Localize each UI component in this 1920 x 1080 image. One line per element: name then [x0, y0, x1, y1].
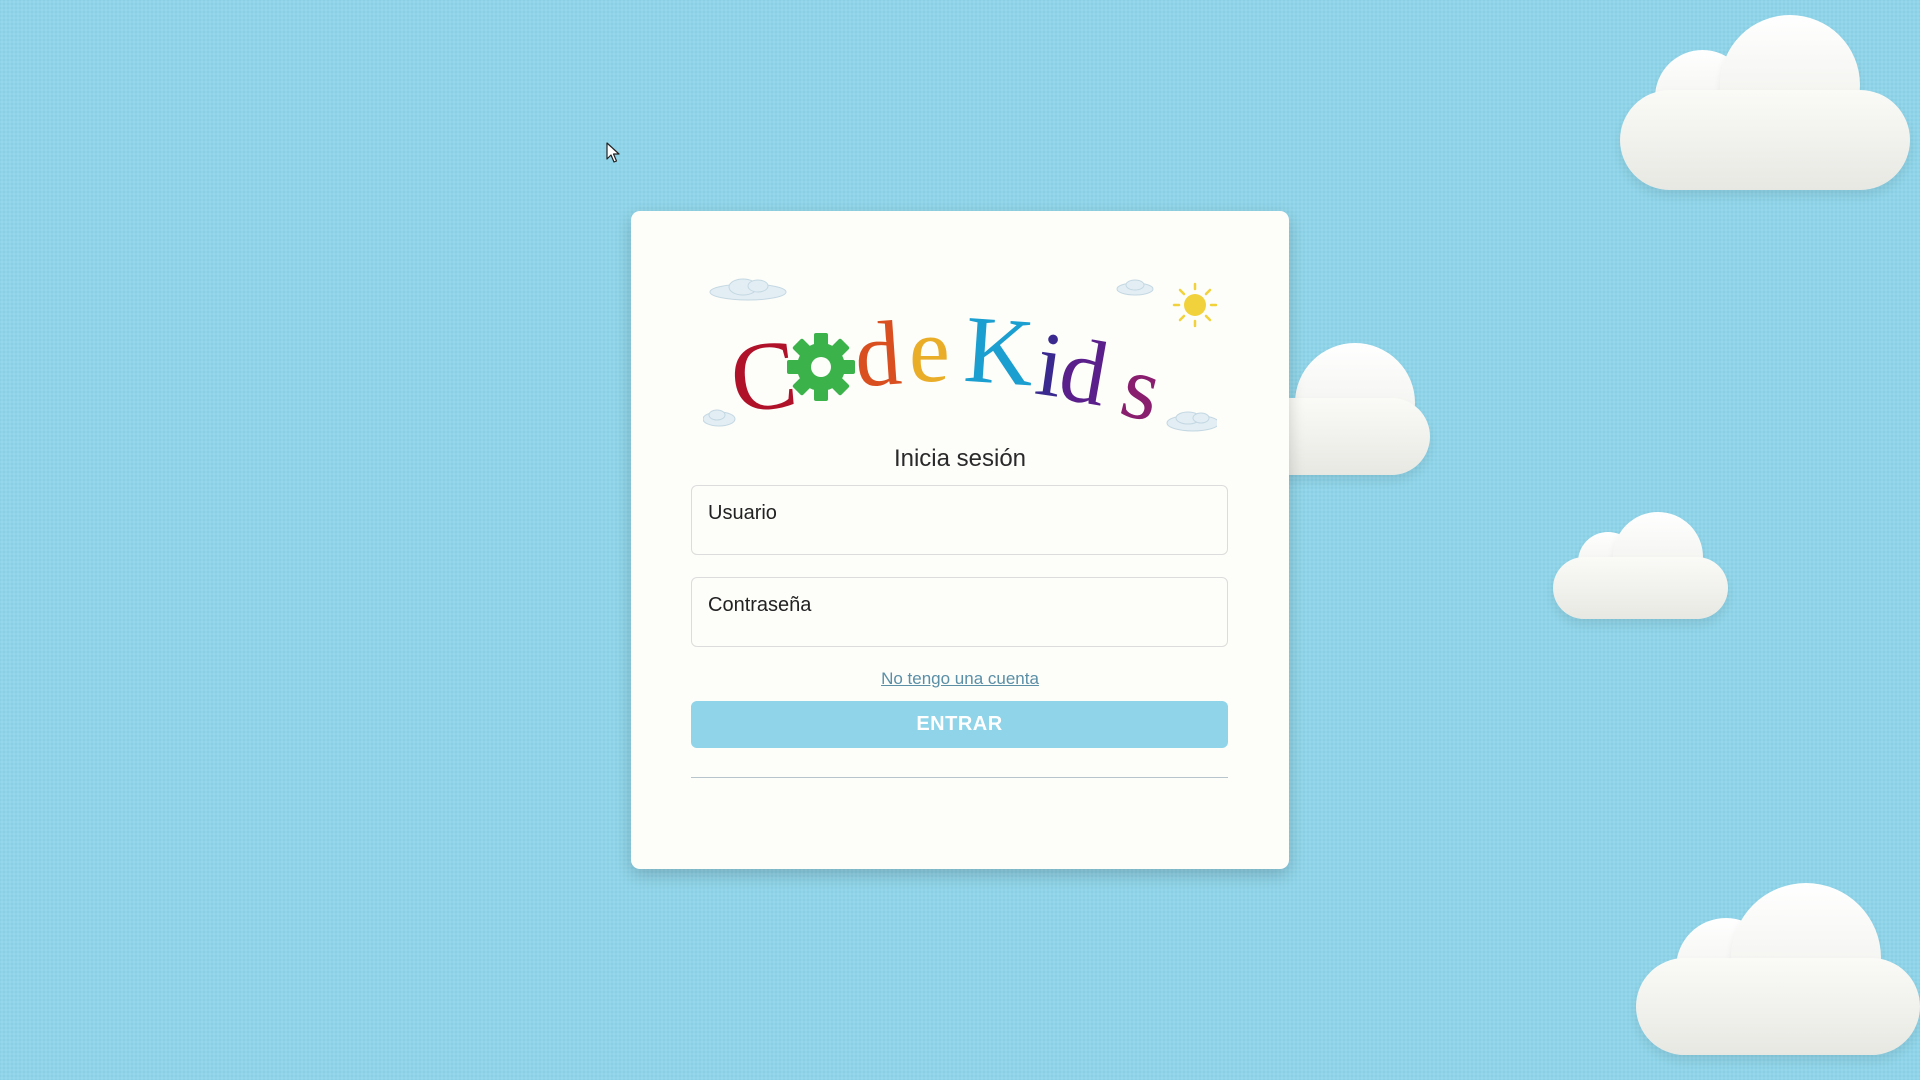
- logo-letter-e: e: [909, 299, 950, 401]
- cloud-icon: [1636, 883, 1920, 1055]
- username-input[interactable]: [691, 485, 1228, 555]
- cloud-icon: [1166, 411, 1217, 432]
- cloud-icon: [1553, 512, 1728, 619]
- logo-letter-k: K: [961, 295, 1038, 407]
- cloud-icon: [1116, 279, 1154, 296]
- sun-icon: [1172, 282, 1217, 328]
- cloud-icon: [1620, 15, 1910, 190]
- codekids-logo: C d e K i d s: [703, 278, 1217, 437]
- cloud-icon: [703, 409, 736, 427]
- arrow-cursor-icon: [606, 142, 620, 163]
- logo-letter-s: s: [1112, 334, 1171, 437]
- logo-letter-d: d: [851, 302, 904, 407]
- page-title: Inicia sesión: [893, 445, 1027, 472]
- login-button[interactable]: ENTRAR: [691, 701, 1228, 748]
- login-card: C d e K i d s Inicia sesión Usuario No t…: [631, 211, 1289, 869]
- logo-letter-c: C: [726, 320, 802, 434]
- password-input[interactable]: [691, 577, 1228, 647]
- cloud-icon: [709, 278, 787, 301]
- divider: [691, 777, 1228, 778]
- gear-icon: [787, 333, 855, 401]
- register-link[interactable]: No tengo una cuenta: [631, 669, 1289, 689]
